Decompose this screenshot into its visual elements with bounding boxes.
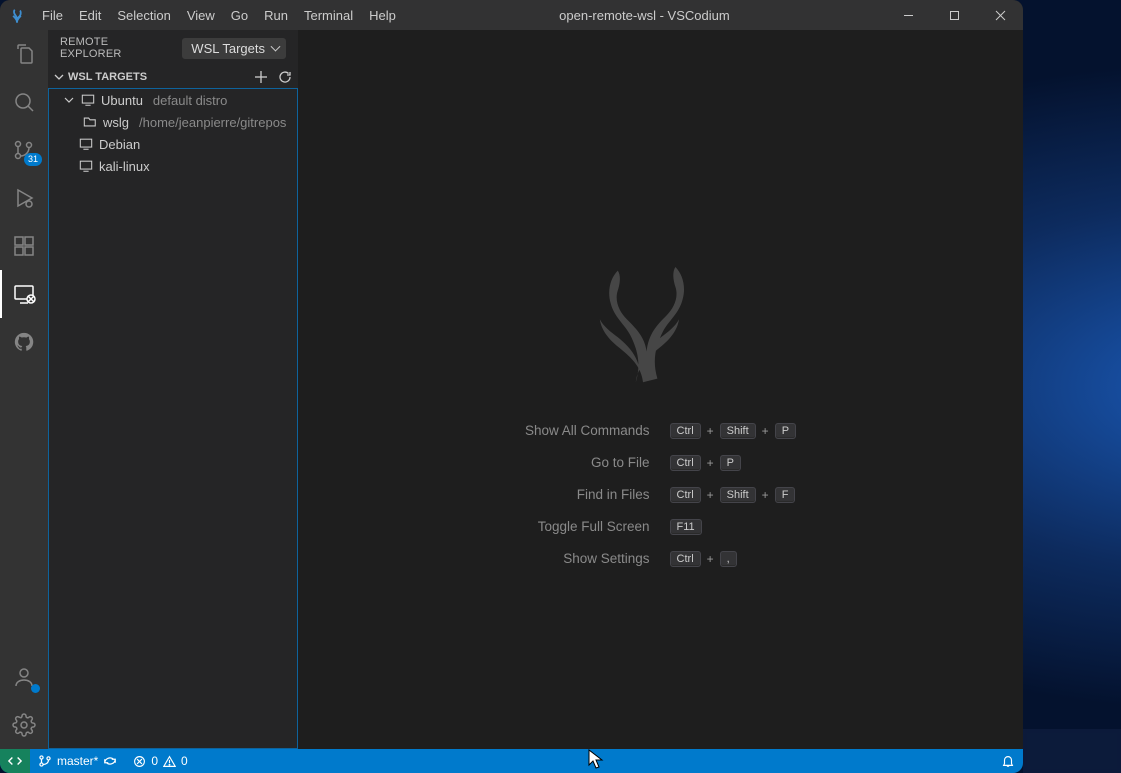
scm-badge: 31 bbox=[24, 153, 42, 166]
tree-badge: default distro bbox=[153, 93, 227, 108]
activity-github[interactable] bbox=[0, 318, 48, 366]
chevron-down-icon bbox=[52, 70, 66, 84]
key-cap: F11 bbox=[670, 519, 702, 535]
monitor-icon bbox=[81, 93, 95, 107]
status-bar: master* 0 0 bbox=[0, 749, 1023, 773]
warning-count: 0 bbox=[181, 754, 188, 768]
shortcut-label: Toggle Full Screen bbox=[525, 519, 650, 534]
folder-icon bbox=[83, 115, 97, 129]
activity-scm[interactable]: 31 bbox=[0, 126, 48, 174]
activity-accounts[interactable] bbox=[0, 653, 48, 701]
status-branch[interactable]: master* bbox=[30, 749, 125, 773]
shortcut-keys: Ctrl+Shift+P bbox=[670, 423, 797, 439]
menu-file[interactable]: File bbox=[34, 0, 71, 30]
shortcut-label: Show Settings bbox=[525, 551, 650, 566]
shortcut-label: Show All Commands bbox=[525, 423, 650, 438]
vscodium-logo-icon bbox=[571, 213, 751, 393]
activity-bar: 31 bbox=[0, 30, 48, 749]
key-cap: Ctrl bbox=[670, 455, 701, 471]
monitor-icon bbox=[79, 137, 93, 151]
key-cap: Ctrl bbox=[670, 423, 701, 439]
tree-path: /home/jeanpierre/gitrepos bbox=[139, 115, 286, 130]
status-notifications[interactable] bbox=[993, 749, 1023, 773]
shortcut-keys: Ctrl+Shift+F bbox=[670, 487, 797, 503]
section-label: WSL TARGETS bbox=[68, 71, 254, 83]
chevron-down-icon bbox=[63, 94, 75, 106]
tree-label: Ubuntu bbox=[101, 93, 143, 108]
tree-item-wslg[interactable]: wslg /home/jeanpierre/gitrepos bbox=[49, 111, 297, 133]
key-cap: Shift bbox=[720, 487, 756, 503]
activity-explorer[interactable] bbox=[0, 30, 48, 78]
key-cap: F bbox=[775, 487, 796, 503]
account-notification-dot bbox=[31, 684, 40, 693]
tree-item-kali[interactable]: kali-linux bbox=[49, 155, 297, 177]
menu-selection[interactable]: Selection bbox=[109, 0, 178, 30]
windows-taskbar[interactable] bbox=[1023, 729, 1121, 773]
tree-item-ubuntu[interactable]: Ubuntu default distro bbox=[49, 89, 297, 111]
app-logo-icon bbox=[0, 6, 34, 24]
menu-bar: File Edit Selection View Go Run Terminal… bbox=[34, 0, 404, 30]
minimize-button[interactable] bbox=[885, 0, 931, 30]
status-problems[interactable]: 0 0 bbox=[125, 749, 195, 773]
key-cap: P bbox=[775, 423, 796, 439]
menu-run[interactable]: Run bbox=[256, 0, 296, 30]
activity-extensions[interactable] bbox=[0, 222, 48, 270]
menu-view[interactable]: View bbox=[179, 0, 223, 30]
keyboard-shortcuts-list: Show All Commands Ctrl+Shift+P Go to File C… bbox=[525, 423, 796, 567]
error-count: 0 bbox=[151, 754, 158, 768]
branch-name: master* bbox=[57, 754, 98, 768]
activity-remote-explorer[interactable] bbox=[0, 270, 48, 318]
sidebar-title: REMOTE EXPLORER bbox=[60, 36, 172, 60]
activity-run-debug[interactable] bbox=[0, 174, 48, 222]
shortcut-label: Go to File bbox=[525, 455, 650, 470]
editor-welcome: Show All Commands Ctrl+Shift+P Go to File C… bbox=[298, 30, 1023, 749]
sidebar-header: REMOTE EXPLORER WSL Targets bbox=[48, 30, 298, 66]
tree-label: Debian bbox=[99, 137, 140, 152]
tree-label: wslg bbox=[103, 115, 129, 130]
shortcut-label: Find in Files bbox=[525, 487, 650, 502]
maximize-button[interactable] bbox=[931, 0, 977, 30]
status-remote-indicator[interactable] bbox=[0, 749, 30, 773]
titlebar: File Edit Selection View Go Run Terminal… bbox=[0, 0, 1023, 30]
key-cap: , bbox=[720, 551, 737, 567]
app-window: File Edit Selection View Go Run Terminal… bbox=[0, 0, 1023, 773]
shortcut-keys: F11 bbox=[670, 519, 797, 535]
close-button[interactable] bbox=[977, 0, 1023, 30]
wsl-targets-tree: Ubuntu default distro wslg /home/jeanpie… bbox=[48, 88, 298, 749]
tree-item-debian[interactable]: Debian bbox=[49, 133, 297, 155]
key-cap: Shift bbox=[720, 423, 756, 439]
activity-search[interactable] bbox=[0, 78, 48, 126]
key-cap: Ctrl bbox=[670, 487, 701, 503]
refresh-icon[interactable] bbox=[278, 70, 292, 84]
tree-label: kali-linux bbox=[99, 159, 150, 174]
window-title: open-remote-wsl - VSCodium bbox=[404, 8, 885, 23]
add-icon[interactable] bbox=[254, 70, 268, 84]
remote-targets-dropdown[interactable]: WSL Targets bbox=[182, 38, 286, 59]
window-controls bbox=[885, 0, 1023, 30]
shortcut-keys: Ctrl+, bbox=[670, 551, 797, 567]
key-cap: Ctrl bbox=[670, 551, 701, 567]
section-header-wsl-targets[interactable]: WSL TARGETS bbox=[48, 66, 298, 88]
menu-terminal[interactable]: Terminal bbox=[296, 0, 361, 30]
activity-settings[interactable] bbox=[0, 701, 48, 749]
menu-go[interactable]: Go bbox=[223, 0, 256, 30]
shortcut-keys: Ctrl+P bbox=[670, 455, 797, 471]
monitor-icon bbox=[79, 159, 93, 173]
menu-help[interactable]: Help bbox=[361, 0, 404, 30]
key-cap: P bbox=[720, 455, 741, 471]
sidebar: REMOTE EXPLORER WSL Targets WSL TARGETS … bbox=[48, 30, 298, 749]
menu-edit[interactable]: Edit bbox=[71, 0, 109, 30]
